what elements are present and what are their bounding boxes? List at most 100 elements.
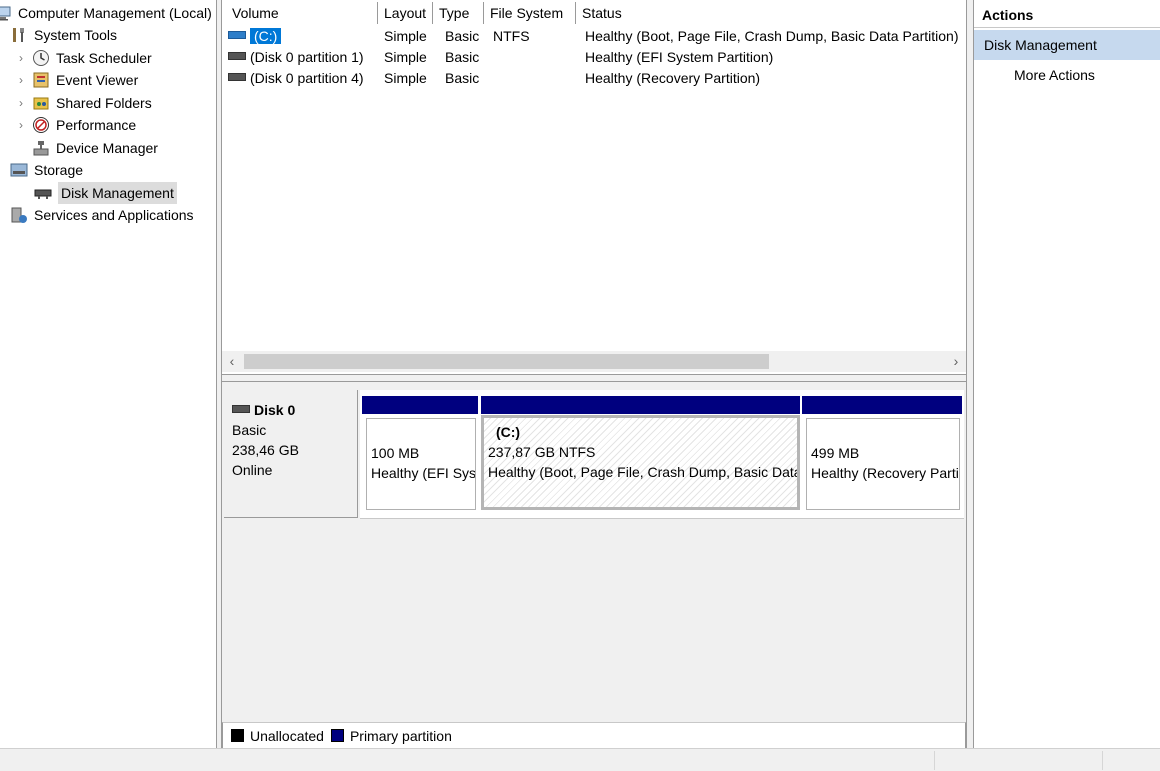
- partition-title: [371, 423, 471, 443]
- volume-cell: (Disk 0 partition 1): [228, 47, 378, 68]
- event-viewer-icon: [32, 71, 50, 89]
- actions-splitter[interactable]: [966, 0, 974, 748]
- type-cell: Basic: [445, 49, 480, 65]
- computer-icon: [0, 4, 12, 22]
- status-cell: Healthy (Boot, Page File, Crash Dump, Ba…: [585, 28, 959, 44]
- tree-item-label: Shared Folders: [56, 95, 152, 111]
- tools-icon: [10, 26, 28, 44]
- disk-partition-row: 100 MB Healthy (EFI System Partition) (C…: [360, 390, 964, 519]
- legend-label: Primary partition: [349, 727, 452, 744]
- status-segment: [1102, 751, 1103, 770]
- primary-partition-swatch: [330, 729, 344, 742]
- file-system-cell: NTFS: [493, 28, 530, 44]
- disk-graphical-view: Disk 0 Basic 238,46 GB Online 100 MB Hea…: [222, 382, 966, 722]
- scroll-left-arrow-icon[interactable]: ‹: [222, 351, 242, 372]
- legend: Unallocated Primary partition: [222, 722, 966, 748]
- tree-root-label: Computer Management (Local): [18, 5, 212, 21]
- disk-0-info[interactable]: Disk 0 Basic 238,46 GB Online: [224, 390, 358, 518]
- legend-primary: Primary partition: [330, 727, 452, 744]
- layout-cell: Simple: [384, 70, 427, 86]
- tree-item-storage[interactable]: Storage: [10, 159, 83, 181]
- tree-item-services-and-applications[interactable]: Services and Applications: [10, 204, 194, 226]
- actions-header: Actions: [974, 2, 1160, 28]
- chevron-right-icon[interactable]: ›: [16, 92, 26, 114]
- partition-status: Healthy (EFI System Partition): [371, 465, 476, 481]
- partition-recovery[interactable]: 499 MB Healthy (Recovery Partition): [802, 396, 962, 514]
- partition-c[interactable]: (C:) 237,87 GB NTFS Healthy (Boot, Page …: [481, 396, 800, 514]
- volume-name: (Disk 0 partition 1): [250, 49, 364, 65]
- tree-item-label: Performance: [56, 117, 137, 133]
- column-header-layout[interactable]: Layout: [378, 2, 433, 24]
- disk-kind: Basic: [232, 422, 267, 438]
- partition-bar: [362, 396, 478, 414]
- disk-state: Online: [232, 462, 273, 478]
- layout-cell: Simple: [384, 28, 427, 44]
- tree-item-device-manager[interactable]: Device Manager: [32, 137, 158, 159]
- scroll-right-arrow-icon[interactable]: ›: [946, 351, 966, 372]
- volume-row[interactable]: (C:) Simple Basic NTFS Healthy (Boot, Pa…: [222, 26, 982, 47]
- type-cell: Basic: [445, 70, 480, 86]
- chevron-right-icon[interactable]: ›: [16, 114, 26, 136]
- services-icon: [10, 206, 28, 224]
- column-header-type[interactable]: Type: [433, 2, 484, 24]
- volume-disk-icon: [228, 52, 246, 61]
- performance-icon: [32, 116, 50, 134]
- actions-section-disk-management[interactable]: Disk Management: [974, 30, 1160, 60]
- tree-item-event-viewer[interactable]: › Event Viewer: [16, 69, 138, 91]
- volume-disk-icon: [228, 31, 246, 40]
- tree-item-disk-management[interactable]: Disk Management: [34, 182, 177, 204]
- disk-name: Disk 0: [254, 402, 296, 418]
- chevron-right-icon[interactable]: ›: [16, 69, 26, 91]
- partition-efi[interactable]: 100 MB Healthy (EFI System Partition): [362, 396, 478, 514]
- volume-cell: (Disk 0 partition 4): [228, 68, 378, 89]
- volume-row[interactable]: (Disk 0 partition 4) Simple Basic Health…: [222, 68, 982, 89]
- layout-cell: Simple: [384, 49, 427, 65]
- status-segment: [934, 751, 935, 770]
- status-cell: Healthy (Recovery Partition): [585, 70, 761, 86]
- disk-size: 238,46 GB: [232, 442, 299, 458]
- partition-body: 499 MB Healthy (Recovery Partition): [806, 418, 960, 510]
- tree-item-label: Services and Applications: [34, 207, 194, 223]
- status-bar: [0, 748, 1160, 771]
- clock-icon: [32, 49, 50, 67]
- tree-item-label: Event Viewer: [56, 72, 139, 88]
- pane-splitter[interactable]: [222, 374, 966, 382]
- partition-bar: [481, 396, 800, 414]
- partition-size: 100 MB: [371, 445, 420, 461]
- disk-management-icon: [34, 184, 52, 202]
- horizontal-scrollbar[interactable]: ‹ ›: [222, 351, 966, 372]
- volume-row[interactable]: (Disk 0 partition 1) Simple Basic Health…: [222, 47, 982, 68]
- tree-item-label: Disk Management: [58, 182, 177, 204]
- volume-cell: (C:): [228, 26, 378, 47]
- more-actions-link[interactable]: More Actions: [1014, 64, 1095, 86]
- volume-name: (Disk 0 partition 4): [250, 70, 364, 86]
- tree-item-label: Task Scheduler: [56, 50, 152, 66]
- storage-icon: [10, 161, 28, 179]
- chevron-right-icon[interactable]: ›: [16, 47, 26, 69]
- partition-status: Healthy (Recovery Partition): [811, 465, 959, 481]
- partition-body: 100 MB Healthy (EFI System Partition): [366, 418, 476, 510]
- actions-pane: Actions Disk Management More Actions: [974, 0, 1160, 748]
- tree-item-shared-folders[interactable]: › Shared Folders: [16, 92, 152, 114]
- volume-disk-icon: [228, 73, 246, 82]
- partition-title: [811, 423, 955, 443]
- column-header-status[interactable]: Status: [576, 2, 996, 24]
- tree-root[interactable]: Computer Management (Local): [0, 2, 212, 24]
- column-header-volume[interactable]: Volume: [226, 2, 378, 24]
- legend-unallocated: Unallocated: [231, 728, 324, 744]
- column-header-file-system[interactable]: File System: [484, 2, 576, 24]
- partition-title: (C:): [496, 424, 521, 440]
- type-cell: Basic: [445, 28, 480, 44]
- tree-item-task-scheduler[interactable]: › Task Scheduler: [16, 47, 152, 69]
- tree-item-label: System Tools: [34, 27, 117, 43]
- tree-item-label: Storage: [34, 162, 84, 178]
- scrollbar-thumb[interactable]: [244, 354, 769, 369]
- status-cell: Healthy (EFI System Partition): [585, 49, 774, 65]
- volume-list: Volume Layout Type File System Status (C…: [222, 0, 966, 374]
- disk-title: Disk 0: [232, 400, 349, 420]
- tree-item-label: Device Manager: [56, 140, 158, 156]
- tree-item-performance[interactable]: › Performance: [16, 114, 136, 136]
- partition-size: 237,87 GB NTFS: [488, 444, 596, 460]
- tree-item-system-tools[interactable]: System Tools: [10, 24, 117, 46]
- console-tree: Computer Management (Local) System Tools…: [0, 0, 216, 748]
